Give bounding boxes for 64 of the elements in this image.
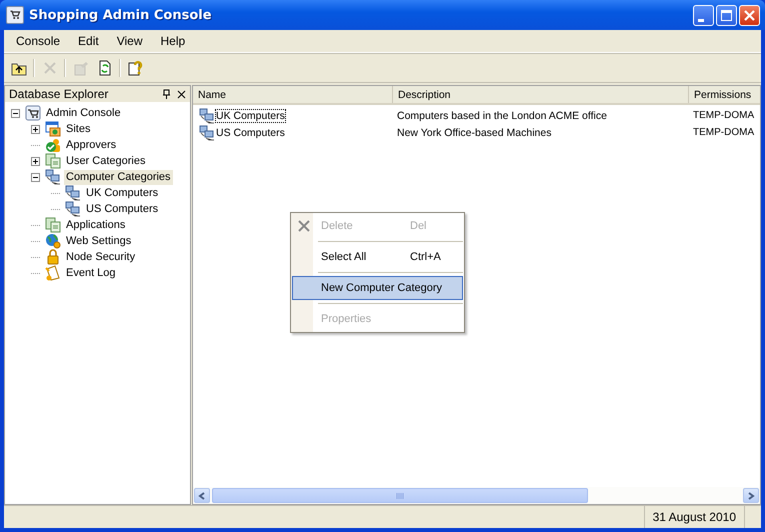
cart-icon <box>25 105 41 121</box>
menu-item[interactable]: New Computer Category <box>292 276 463 300</box>
computers-icon <box>65 201 81 217</box>
tree-item[interactable]: Sites <box>64 122 92 136</box>
expand-button[interactable] <box>31 124 40 134</box>
table-cell: TEMP-DOMA <box>692 108 756 122</box>
collapse-button[interactable] <box>11 108 20 118</box>
expand-button[interactable] <box>31 156 40 166</box>
tree-item[interactable]: Web Settings <box>64 234 134 248</box>
close-icon <box>743 8 756 22</box>
pane-title: Database Explorer <box>9 87 110 101</box>
menu-item[interactable]: Help <box>152 34 194 48</box>
pages-icon <box>45 153 61 169</box>
computers-icon <box>199 124 215 140</box>
pages-icon <box>45 217 61 233</box>
list-item[interactable]: UK Computers <box>215 108 286 122</box>
maximize-icon <box>720 8 733 22</box>
tree-item[interactable]: Admin Console <box>44 106 123 120</box>
properties-icon <box>72 60 88 76</box>
tree-item[interactable]: US Computers <box>84 202 160 216</box>
list-item[interactable]: US Computers <box>215 126 286 140</box>
column-header[interactable]: Permissions <box>689 86 760 103</box>
table-cell: New York Office-based Machines <box>396 126 552 140</box>
maximize-button[interactable] <box>716 4 737 26</box>
tree-item[interactable]: Computer Categories <box>64 170 173 184</box>
delete-icon <box>42 60 58 76</box>
table-cell: TEMP-DOMA <box>692 126 756 140</box>
person-check-icon <box>45 137 61 153</box>
tree-item[interactable]: Applications <box>64 218 128 232</box>
menu-item[interactable]: Select All Ctrl+A <box>292 245 463 269</box>
pin-icon[interactable] <box>162 89 171 99</box>
horizontal-scrollbar[interactable] <box>193 487 760 504</box>
tree-item[interactable]: UK Computers <box>84 186 160 200</box>
delete-icon <box>297 219 311 233</box>
column-header[interactable]: Name <box>193 86 393 103</box>
tree-item[interactable]: Event Log <box>64 266 118 280</box>
close-icon[interactable] <box>177 90 186 98</box>
status-date: 31 August 2010 <box>644 506 745 528</box>
computers-icon <box>65 185 81 201</box>
tree-item[interactable]: Approvers <box>64 138 118 152</box>
refresh-icon <box>96 60 112 76</box>
table-cell: Computers based in the London ACME office <box>396 108 608 122</box>
grip-icon <box>396 492 404 498</box>
computers-icon <box>199 108 215 124</box>
minimize-icon <box>698 18 704 22</box>
computers-icon <box>45 169 61 185</box>
plus-icon <box>32 126 39 132</box>
lock-icon <box>45 249 61 265</box>
tree-item[interactable]: Node Security <box>64 250 138 264</box>
window-title: Shopping Admin Console <box>29 8 213 22</box>
minimize-button[interactable] <box>693 4 714 26</box>
tree-item[interactable]: User Categories <box>64 154 148 168</box>
plus-icon <box>32 158 39 164</box>
close-button[interactable] <box>739 4 760 26</box>
collapse-button[interactable] <box>31 172 40 182</box>
menu-item[interactable]: Edit <box>69 34 108 48</box>
window-icon <box>45 121 61 137</box>
menu-item[interactable]: View <box>108 34 152 48</box>
help-icon <box>128 60 144 76</box>
menu-item[interactable]: Console <box>7 34 70 48</box>
scroll-icon <box>45 265 61 281</box>
globe-icon <box>45 233 61 249</box>
cart-icon <box>6 6 24 24</box>
column-header[interactable]: Description <box>393 86 689 103</box>
